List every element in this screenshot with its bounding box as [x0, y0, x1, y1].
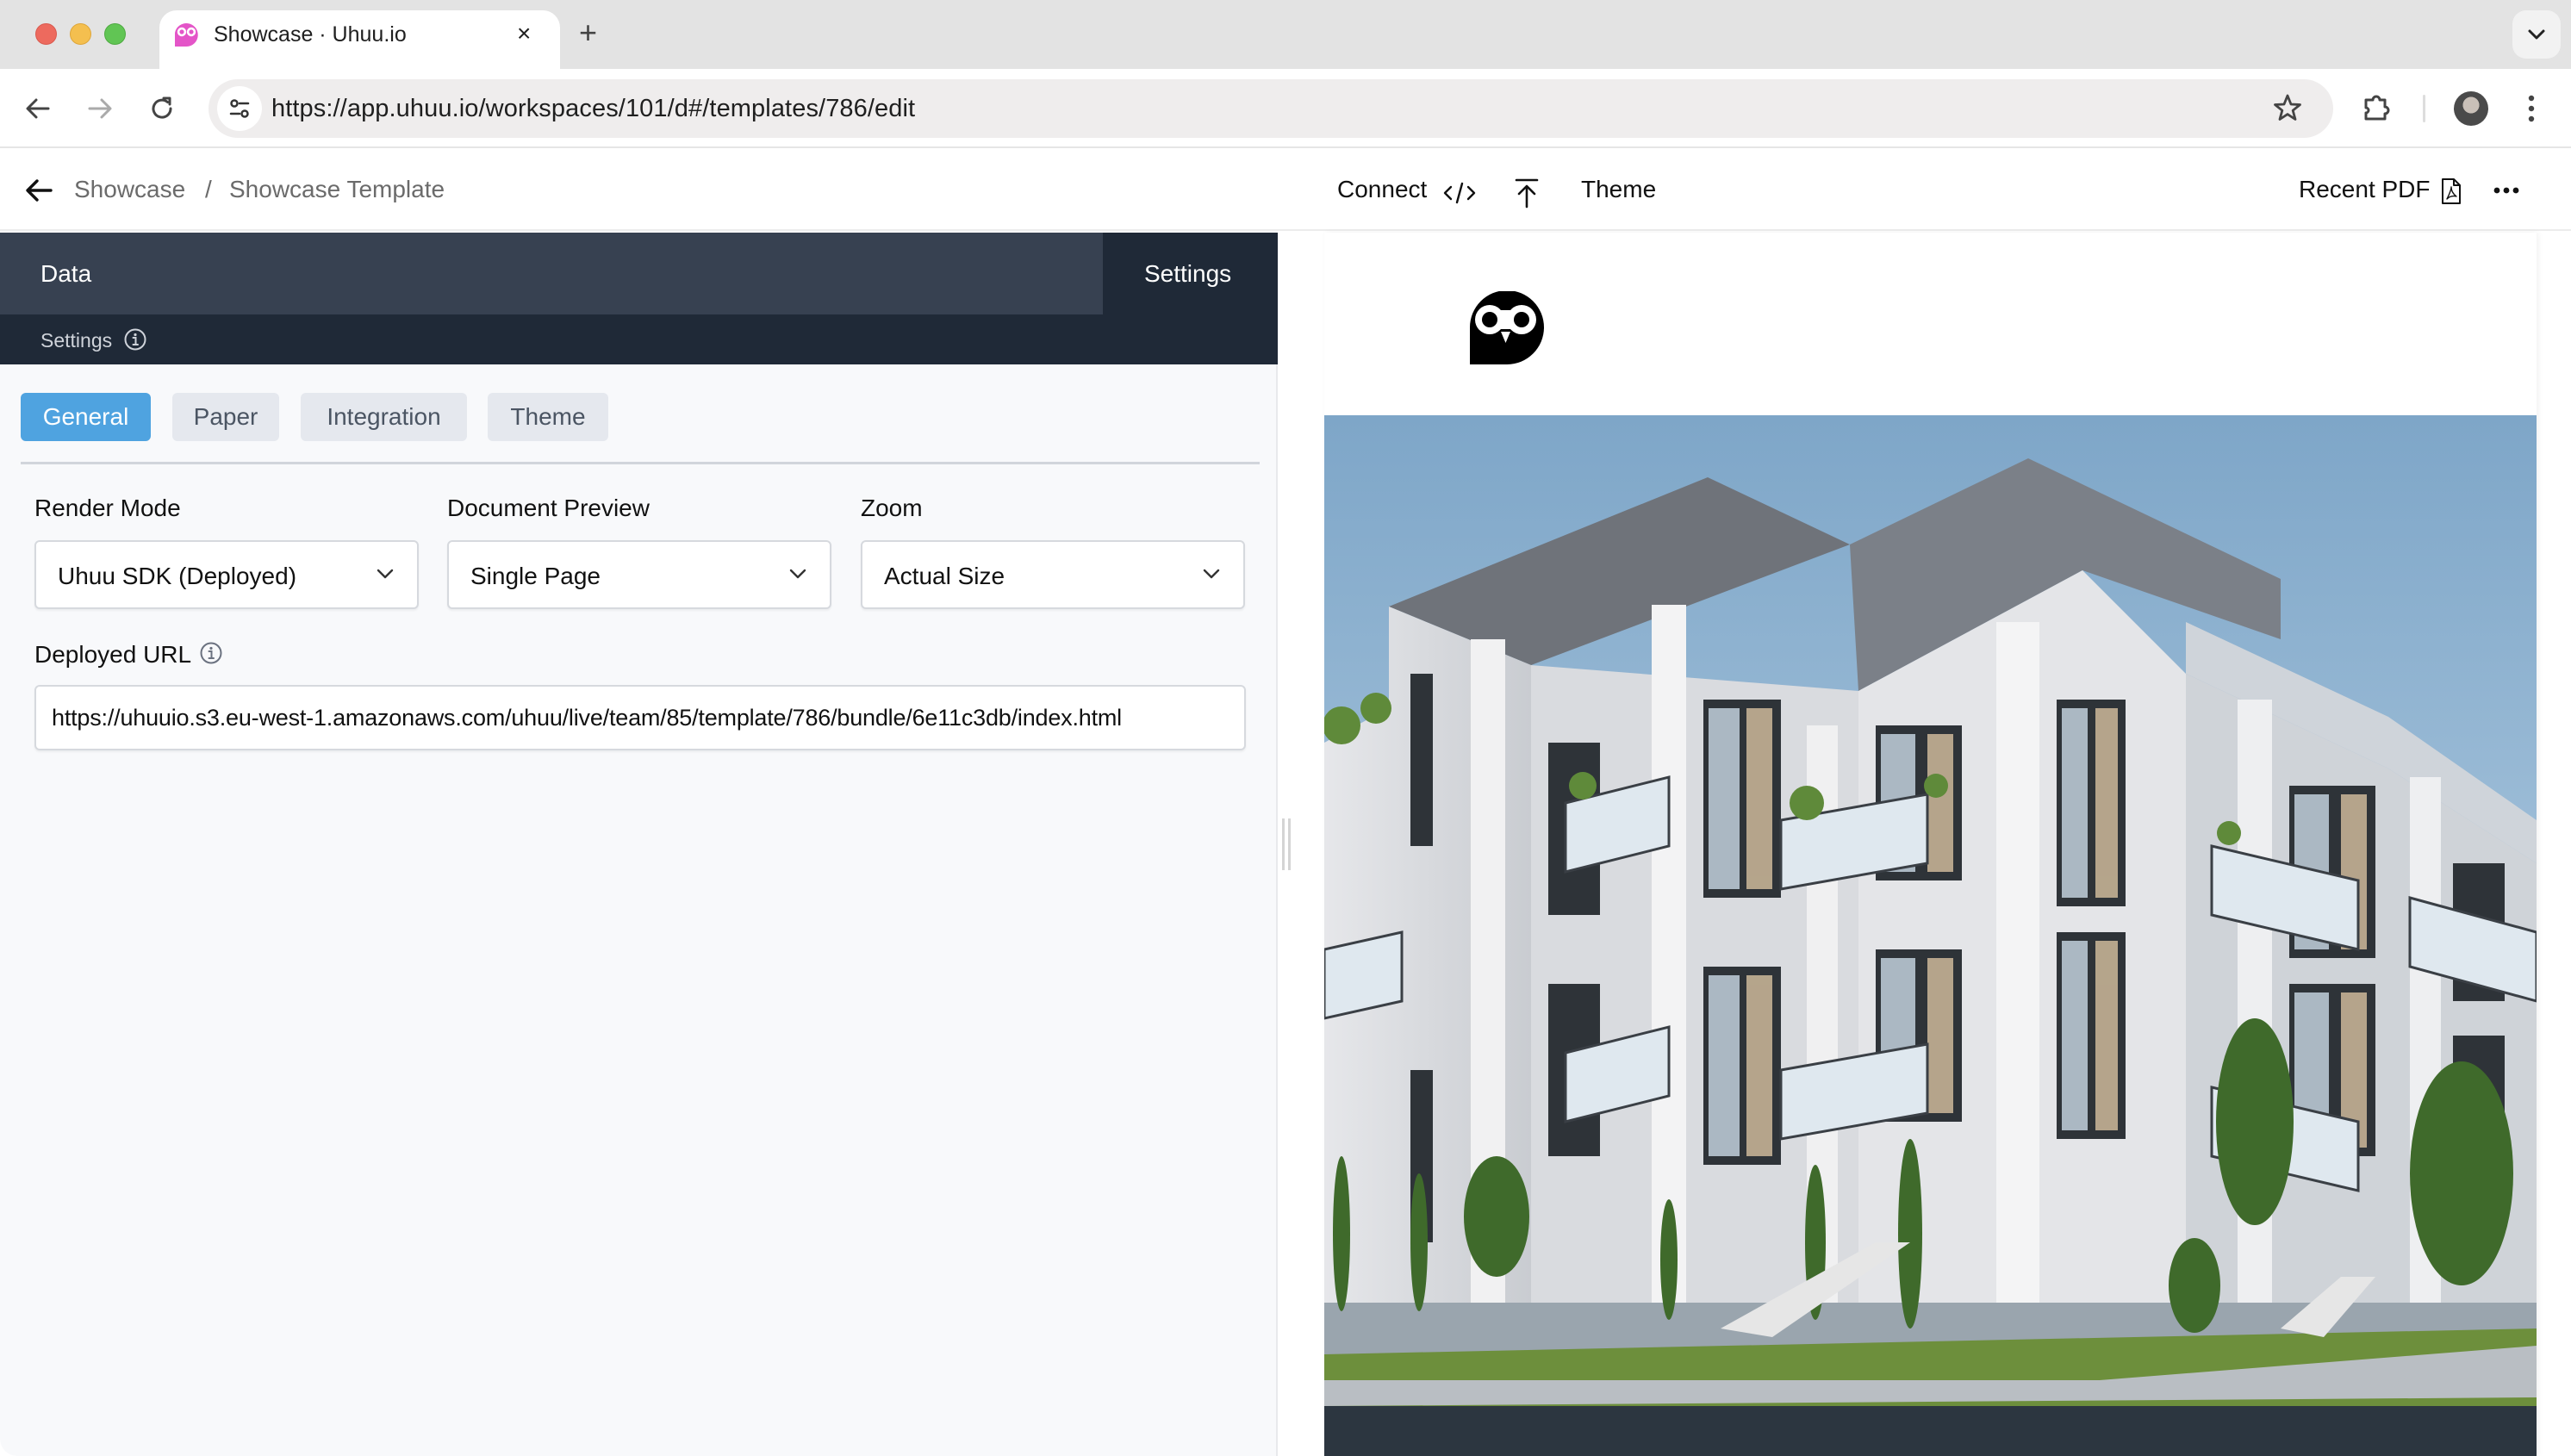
subtab-general[interactable]: General [21, 393, 151, 441]
render-mode-select[interactable]: Uhuu SDK (Deployed) [34, 540, 419, 609]
kebab-icon[interactable] [2526, 93, 2537, 124]
section-title: Settings [40, 329, 113, 352]
drag-handle-icon[interactable] [1282, 818, 1291, 870]
address-bar[interactable]: https://app.uhuu.io/workspaces/101/d#/te… [209, 79, 2333, 138]
deployed-url-label: Deployed URL [34, 641, 192, 668]
document-preview-select[interactable]: Single Page [447, 540, 831, 609]
toolbar-divider [2423, 95, 2425, 122]
tune-icon [229, 99, 250, 118]
tab-settings-label: Settings [1144, 260, 1232, 287]
tab-data[interactable]: Data [0, 233, 1103, 314]
arrow-right-icon[interactable] [84, 93, 115, 124]
upload-icon[interactable] [1513, 177, 1541, 208]
new-tab-button[interactable]: + [579, 16, 597, 50]
chevron-down-icon [377, 569, 394, 579]
code-icon[interactable] [1442, 181, 1477, 205]
arrow-left-icon[interactable] [22, 93, 53, 124]
puzzle-icon[interactable] [2361, 93, 2392, 124]
deployed-url-input[interactable]: https://uhuuio.s3.eu-west-1.amazonaws.co… [34, 685, 1246, 750]
uhuu-owl-logo [1470, 291, 1544, 364]
zoom-select[interactable]: Actual Size [861, 540, 1245, 609]
star-icon[interactable] [2273, 93, 2302, 122]
info-icon[interactable] [123, 327, 147, 352]
tab-settings[interactable]: Settings [1103, 233, 1278, 314]
browser-toolbar: https://app.uhuu.io/workspaces/101/d#/te… [0, 69, 2571, 148]
zoom-value: Actual Size [884, 563, 1005, 589]
browser-tab-title: Showcase · Uhuu.io [214, 22, 407, 47]
section-header: Settings [0, 314, 1278, 364]
subtab-integration[interactable]: Integration [301, 393, 467, 441]
pdf-file-icon[interactable] [2441, 177, 2462, 205]
document-preview-page [1324, 233, 2537, 1456]
site-info-button[interactable] [217, 86, 262, 131]
settings-panel: Data Settings Settings General Paper Int… [0, 233, 1278, 1456]
render-mode-label: Render Mode [34, 495, 181, 521]
window-maximize-button[interactable] [104, 23, 126, 45]
connect-button[interactable]: Connect [1337, 176, 1427, 203]
app-header: Showcase / Showcase Template Connect The… [0, 148, 2571, 231]
close-tab-icon[interactable]: × [517, 19, 531, 48]
browser-tab-active[interactable]: Showcase · Uhuu.io × [159, 10, 560, 71]
panel-resize-handle[interactable] [1279, 233, 1324, 1456]
render-mode-value: Uhuu SDK (Deployed) [58, 563, 297, 589]
tab-data-label: Data [40, 260, 92, 287]
uhuu-owl-icon [175, 23, 198, 47]
subtab-paper[interactable]: Paper [172, 393, 279, 441]
breadcrumb-workspace[interactable]: Showcase [74, 176, 185, 203]
breadcrumb-template: Showcase Template [229, 176, 445, 202]
url-text[interactable]: https://app.uhuu.io/workspaces/101/d#/te… [271, 95, 915, 123]
divider [21, 462, 1260, 464]
zoom-label: Zoom [861, 495, 923, 521]
window-minimize-button[interactable] [70, 23, 91, 45]
panel-tabs: Data Settings [0, 233, 1278, 314]
info-icon[interactable] [199, 641, 223, 665]
theme-button[interactable]: Theme [1581, 176, 1656, 203]
subtab-theme[interactable]: Theme [488, 393, 608, 441]
chevron-down-icon [789, 569, 806, 579]
browser-tab-bar: Showcase · Uhuu.io × + [0, 0, 2571, 71]
document-preview-value: Single Page [470, 563, 601, 589]
tab-search-button[interactable] [2512, 10, 2561, 59]
window-close-button[interactable] [35, 23, 57, 45]
more-horizontal-icon[interactable] [2493, 186, 2519, 195]
arrow-left-icon[interactable] [24, 177, 53, 203]
modern-apartment-building-photo [1324, 415, 2537, 1456]
avatar[interactable] [2454, 91, 2488, 126]
breadcrumb-separator: / [205, 176, 212, 202]
document-preview-label: Document Preview [447, 495, 650, 521]
chevron-down-icon [2528, 29, 2545, 40]
reload-icon[interactable] [146, 93, 177, 124]
recent-pdf-button[interactable]: Recent PDF [2299, 176, 2431, 203]
chevron-down-icon [1203, 569, 1220, 579]
